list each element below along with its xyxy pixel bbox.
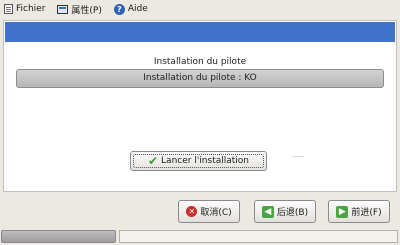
launch-install-label: Lancer l'installation: [161, 156, 249, 166]
status-bar: [0, 229, 400, 245]
menu-properties-label: 属性(P): [71, 5, 102, 16]
next-label: 前进(F): [351, 208, 382, 218]
back-button[interactable]: ◀ 后退(B): [254, 200, 316, 223]
menu-properties[interactable]: 属性(P): [53, 0, 109, 18]
status-text-field: [119, 230, 398, 243]
status-progress: [1, 230, 116, 243]
menu-file[interactable]: Fichier: [0, 0, 53, 18]
menu-file-label: Fichier: [16, 4, 46, 14]
back-label: 后退(B): [276, 208, 309, 218]
menu-bar: Fichier 属性(P) ? Aide: [0, 0, 400, 18]
main-panel: Installation du pilote Installation du p…: [3, 20, 397, 192]
check-icon: ✔: [147, 154, 159, 168]
next-button[interactable]: ▶ 前进(F): [328, 200, 390, 223]
arrow-right-icon: ▶: [336, 205, 349, 218]
menu-help-label: Aide: [127, 4, 148, 14]
file-icon: [4, 4, 13, 14]
help-icon: ?: [113, 3, 125, 15]
launch-install-button[interactable]: ✔ Lancer l'installation: [130, 151, 267, 171]
progress-text: Installation du pilote : KO: [143, 73, 257, 83]
step-title: Installation du pilote: [153, 57, 247, 67]
install-progress-bar: Installation du pilote : KO: [16, 69, 384, 88]
header-strip: [5, 22, 395, 42]
cancel-label: 取消(C): [200, 208, 232, 218]
divider: [292, 156, 304, 157]
arrow-left-icon: ◀: [261, 205, 274, 218]
cancel-icon: ✕: [186, 206, 198, 217]
properties-icon: [57, 4, 69, 14]
menu-help[interactable]: ? Aide: [110, 0, 156, 18]
cancel-button[interactable]: ✕ 取消(C): [178, 200, 240, 223]
